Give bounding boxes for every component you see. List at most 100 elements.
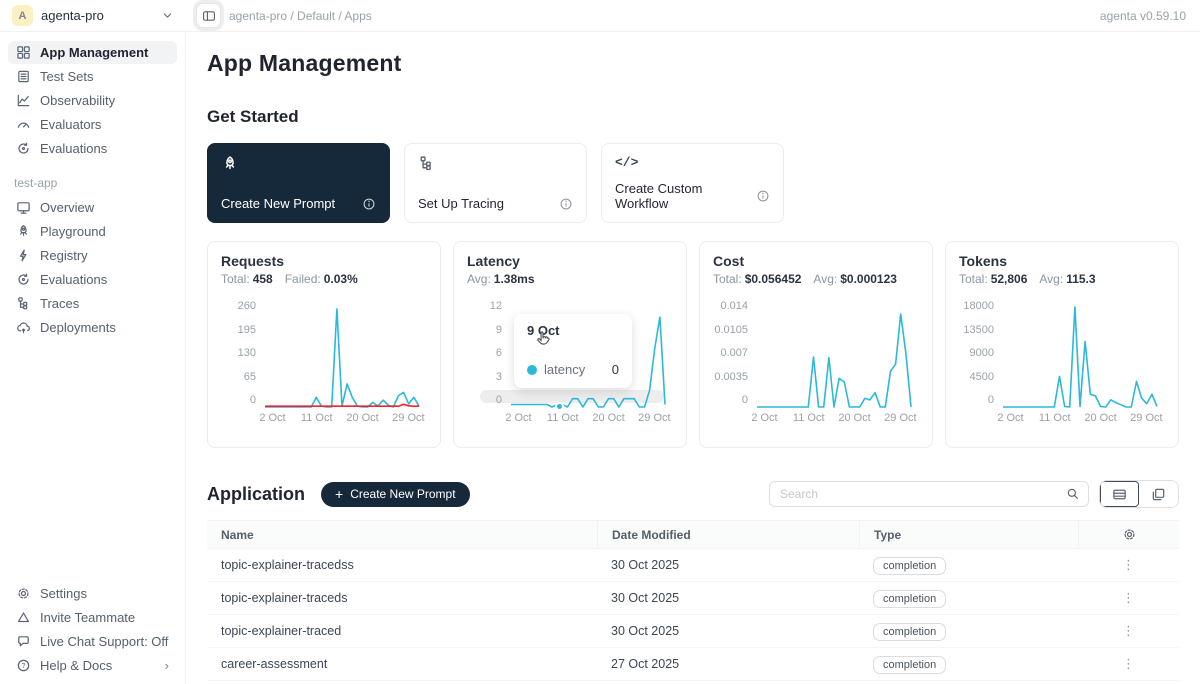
info-icon[interactable] [559,197,573,211]
sidebar-item-evaluations[interactable]: Evaluations [8,137,177,160]
card-view-button[interactable] [1139,481,1178,507]
app-date-modified: 30 Oct 2025 [597,624,859,638]
page-title: App Management [207,50,1179,77]
sidebar-item-overview[interactable]: Overview [8,196,177,219]
x-axis-labels: 2 Oct11 Oct20 Oct29 Oct [1001,412,1159,426]
rocket-icon [16,224,31,239]
cloud-icon [16,320,31,335]
get-started-cards: Create New Prompt Set Up Tracing </> Cre… [207,143,1179,223]
chart-stats: Avg:1.38ms [467,272,673,286]
sidebar-bottom: Settings Invite Teammate Live Chat Suppo… [0,581,185,678]
row-menu-icon[interactable]: ⋮ [1122,623,1135,639]
row-menu-icon[interactable]: ⋮ [1122,590,1135,606]
tokens-line-chart[interactable] [1001,298,1159,410]
table-header: Name Date Modified Type [207,520,1179,549]
mouse-cursor-pointer [534,330,553,349]
requests-line-chart[interactable] [263,298,421,410]
table-row[interactable]: topic-explainer-traceds 30 Oct 2025 comp… [207,582,1179,615]
help-icon: ? [16,658,31,673]
tree-icon [418,155,573,172]
breadcrumb[interactable]: agenta-pro / Default / Apps [229,9,372,23]
refresh-circle-icon [16,141,31,156]
column-header-name[interactable]: Name [207,528,597,542]
top-bar: A agenta-pro agenta-pro / Default / Apps… [0,0,1200,32]
chart-line-icon [16,93,31,108]
sidebar: App Management Test Sets Observability E… [0,32,186,684]
search-input[interactable] [780,487,1066,501]
tokens-chart-card: Tokens Total:52,806 Avg:115.3 1800013500… [945,241,1179,448]
info-icon[interactable] [362,197,376,211]
y-axis-labels: 129630 [467,298,509,406]
sidebar-toggle-button[interactable] [196,3,221,28]
table-row[interactable]: topic-explainer-traced 30 Oct 2025 compl… [207,615,1179,648]
create-new-prompt-card[interactable]: Create New Prompt [207,143,390,223]
cost-line-chart[interactable] [755,298,913,410]
application-header: Application + Create New Prompt [207,480,1179,508]
set-up-tracing-card[interactable]: Set Up Tracing [404,143,587,223]
sidebar-item-deployments[interactable]: Deployments [8,316,177,339]
app-date-modified: 30 Oct 2025 [597,558,859,572]
table-row[interactable]: topic-explainer-tracedss 30 Oct 2025 com… [207,549,1179,582]
chart-stats: Total:458 Failed:0.03% [221,272,427,286]
y-axis-labels: 1800013500900045000 [959,298,1001,406]
type-badge: completion [873,557,946,575]
workspace-selector[interactable]: A agenta-pro [0,0,186,31]
search-icon[interactable] [1066,487,1080,501]
create-new-prompt-button[interactable]: + Create New Prompt [321,482,470,507]
chevron-right-icon: › [165,658,169,673]
refresh-circle-icon [16,272,31,287]
sidebar-item-settings[interactable]: Settings [8,582,177,605]
app-section-label: test-app [14,176,185,190]
plus-icon: + [335,487,343,501]
main-content: App Management Get Started Create New Pr… [186,32,1200,684]
column-header-date-modified[interactable]: Date Modified [597,521,859,548]
svg-text:?: ? [22,663,26,670]
sidebar-item-evaluators[interactable]: Evaluators [8,113,177,136]
app-date-modified: 30 Oct 2025 [597,591,859,605]
app-version: agenta v0.59.10 [1100,9,1186,23]
info-icon[interactable] [756,189,770,203]
sidebar-item-app-management[interactable]: App Management [8,41,177,64]
card-label: Create Custom Workflow [615,181,756,211]
column-settings[interactable] [1078,521,1179,548]
card-label: Set Up Tracing [418,196,504,211]
x-axis-labels: 2 Oct11 Oct20 Oct29 Oct [509,412,667,426]
chart-stats: Total:$0.056452 Avg:$0.000123 [713,272,919,286]
tooltip-series-label: latency [544,362,585,377]
tree-icon [16,296,31,311]
sidebar-item-playground[interactable]: Playground [8,220,177,243]
sidebar-item-observability[interactable]: Observability [8,89,177,112]
table-view-button[interactable] [1100,481,1139,507]
type-badge: completion [873,590,946,608]
sidebar-item-help-docs[interactable]: ? Help & Docs › [8,654,177,677]
table-row[interactable]: career-assessment 27 Oct 2025 completion… [207,648,1179,681]
chart-title: Latency [467,253,673,269]
chat-icon [16,634,31,649]
row-menu-icon[interactable]: ⋮ [1122,656,1135,672]
card-label: Create New Prompt [221,196,335,211]
sidebar-item-live-chat-support[interactable]: Live Chat Support: Off [8,630,177,653]
sidebar-item-registry[interactable]: Registry [8,244,177,267]
bolt-icon [16,248,31,263]
row-menu-icon[interactable]: ⋮ [1122,557,1135,573]
x-axis-labels: 2 Oct11 Oct20 Oct29 Oct [263,412,421,426]
search-box[interactable] [769,481,1089,507]
chart-title: Requests [221,253,427,269]
sidebar-item-test-sets[interactable]: Test Sets [8,65,177,88]
create-custom-workflow-card[interactable]: </> Create Custom Workflow [601,143,784,223]
cards-view-icon [1151,487,1166,502]
workspace-name: agenta-pro [41,8,104,23]
monitor-icon [16,200,31,215]
y-axis-labels: 0.0140.01050.0070.00350 [713,298,755,406]
x-axis-labels: 2 Oct11 Oct20 Oct29 Oct [755,412,913,426]
sidebar-item-invite-teammate[interactable]: Invite Teammate [8,606,177,629]
column-header-type[interactable]: Type [859,521,1078,548]
sidebar-item-app-evaluations[interactable]: Evaluations [8,268,177,291]
panel-left-icon [202,9,216,23]
view-toggle [1099,480,1179,508]
app-name: topic-explainer-tracedss [207,558,597,572]
sidebar-item-traces[interactable]: Traces [8,292,177,315]
chart-tooltip: 9 Oct latency 0 [514,314,632,388]
app-name: topic-explainer-traceds [207,591,597,605]
gear-icon[interactable] [1122,527,1137,542]
